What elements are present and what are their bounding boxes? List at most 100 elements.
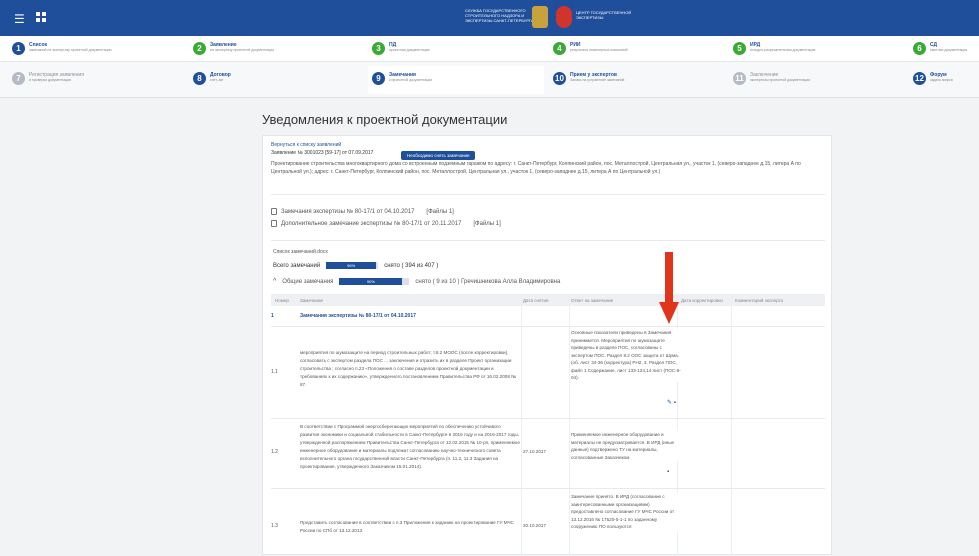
steps-row-2: 7 Регистрация заявления и проверка докуме… [0,62,979,98]
document-icon [271,208,277,215]
row-answer: Основные показатели приведены в Замечани… [571,329,681,382]
row-answer: Применяемое инженерное оборудование и ма… [571,431,681,461]
step-subtitle: исходно-разрешительная документация [750,48,816,52]
table-row: 1.2 В соответствии с Программой энергосб… [271,418,825,488]
step-5[interactable]: 5 ИРД исходно-разрешительная документация [733,42,815,55]
step-12[interactable]: 12 Форум задать вопрос [913,72,953,85]
step-subtitle: счет, акт [210,78,224,82]
general-label[interactable]: Общие замечания [282,279,333,285]
main-card: Вернуться к списку заявлений Заявление №… [262,135,832,556]
row-number: 1.2 [271,449,278,455]
section-label[interactable]: Замечания экспертизы № 80-17/1 от 04.10.… [300,313,416,319]
step-6[interactable]: 6 СД сметная документация [913,42,967,55]
step-number: 5 [733,42,746,55]
doc-label[interactable]: Замечания экспертизы № 80-17/1 от 04.10.… [281,209,414,215]
doc-label[interactable]: Дополнительное замечание экспертизы № 80… [281,221,461,227]
message-icon[interactable]: ▪ [667,469,669,475]
expertise-emblem-icon [556,6,572,28]
general-progress-fill: 90% [339,278,403,285]
step-number: 12 [913,72,926,85]
step-subtitle: и проверка документации [29,78,71,82]
step-3[interactable]: 3 ПД проектная документация [372,42,430,55]
doc-files[interactable]: [Файлы 1] [473,221,500,227]
step-number: 8 [193,72,206,85]
page-title: Уведомления к проектной документации [262,112,508,127]
step-4[interactable]: 4 РИИ результаты инженерных изысканий [553,42,628,55]
step-subtitle: сметная документация [930,48,968,52]
col-expert-comment: Комментарий эксперта [735,298,784,303]
divider [271,194,825,195]
document-icon [271,220,277,227]
col-answer: Ответ на замечание [571,298,614,303]
row-answer: Замечание принято. В ИРД (согласование с… [571,493,681,531]
step-subtitle: к проектной документации [389,78,433,82]
doc-item-1[interactable]: Замечания экспертизы № 80-17/1 от 04.10.… [271,208,454,215]
step-subtitle: на экспертизу проектной документации [210,48,275,52]
row-remark: мероприятия по шумозащите на период стро… [300,350,517,387]
total-progress-bar: 96% [326,262,379,269]
row-actions: ✎ ▪ [667,399,676,406]
step-number: 2 [193,42,206,55]
total-label: Всего замечаний [273,262,321,269]
divider [271,240,825,241]
row-removal-date: 27.10.2017 [523,449,546,454]
steps-row-1: 1 Список замечаний на экспертизу проектно… [0,36,979,62]
step-subtitle: Запись на устранение замечаний [570,78,625,82]
arrow-head [659,302,679,324]
table-header: Номер Замечание Дата снятия Ответ на зам… [271,294,825,306]
pencil-icon[interactable]: ✎ [667,400,672,406]
step-2[interactable]: 2 Заявление на экспертизу проектной докум… [193,42,274,55]
col-number: Номер [275,298,289,303]
org-name-supervision: СЛУЖБА ГОСУДАРСТВЕННОГО СТРОИТЕЛЬНОГО НА… [465,8,534,23]
top-bar: ☰ СЛУЖБА ГОСУДАРСТВЕННОГО СТРОИТЕЛЬНОГО … [0,0,979,36]
remarks-list-link[interactable]: Список замечаний.docx [273,249,328,255]
doc-item-2[interactable]: Дополнительное замечание экспертизы № 80… [271,220,501,227]
row-removal-date: 20.10.2017 [523,523,546,528]
back-to-list-link[interactable]: Вернуться к списку заявлений [271,142,341,148]
arrow-shaft [665,252,673,304]
general-removed: снято ( 9 из 10 ) Гречишникова Алла Влад… [415,278,561,285]
step-7[interactable]: 7 Регистрация заявления и проверка докуме… [12,72,84,85]
doc-files[interactable]: [Файлы 1] [426,209,453,215]
step-number: 6 [913,42,926,55]
col-correction-date: Дата корректировки [681,298,723,303]
step-subtitle: результаты инженерных изысканий [570,48,628,52]
row-number: 1.3 [271,523,278,529]
chevron-up-icon: ^ [273,278,277,285]
red-arrow-down-icon [659,252,679,324]
supervision-emblem-icon [532,6,548,28]
step-subtitle: проектная документация [389,48,430,52]
step-number: 4 [553,42,566,55]
application-meta: Заявление № 3001023 [59-17] от 07.09.201… [271,150,374,156]
step-number: 10 [553,72,566,85]
section-number: 1 [271,313,274,319]
step-10[interactable]: 10 Прием у экспертов Запись на устранение… [553,72,624,85]
project-description: Проектирование строительства многокварти… [271,161,801,175]
org1-line3: ЭКСПЕРТИЗЫ САНКТ-ПЕТЕРБУРГА [465,18,534,23]
hamburger-icon[interactable]: ☰ [14,13,25,25]
total-removed: снято ( 394 из 407 ) [384,262,439,269]
general-remarks-toggle[interactable]: ^ Общие замечания 90% снято ( 9 из 10 ) … [273,278,560,285]
step-8[interactable]: 8 Договор счет, акт [193,72,231,85]
row-remark: Представить согласование в соответствии … [300,520,514,533]
step-number: 9 [372,72,385,85]
step-9[interactable]: 9 Замечания к проектной документации [368,66,544,94]
step-1[interactable]: 1 Список замечаний на экспертизу проектно… [12,42,112,55]
org-name-expertise: ЦЕНТР ГОСУДАРСТВЕННОЙ ЭКСПЕРТИЗЫ [576,10,631,20]
step-number: 11 [733,72,746,85]
row-number: 1.1 [271,369,278,375]
need-remove-button[interactable]: Необходимо снять замечание [401,151,476,160]
step-number: 7 [12,72,25,85]
step-subtitle: задать вопрос [930,78,954,82]
col-removal-date: Дата снятия [523,298,549,303]
row-remark: В соответствии с Программой энергосберег… [300,424,520,469]
step-number: 3 [372,42,385,55]
grid-icon[interactable] [36,12,46,22]
table-row: 1.3 Представить согласование в соответст… [271,488,825,556]
total-progress-fill: 96% [326,262,377,269]
col-remark: Замечание [300,298,324,303]
message-icon[interactable]: ▪ [674,400,676,406]
general-progress-bar: 90% [339,278,410,285]
step-subtitle: замечаний на экспертизу проектной докуме… [29,48,112,52]
step-11[interactable]: 11 Заключение экспертизы проектной докуме… [733,72,810,85]
